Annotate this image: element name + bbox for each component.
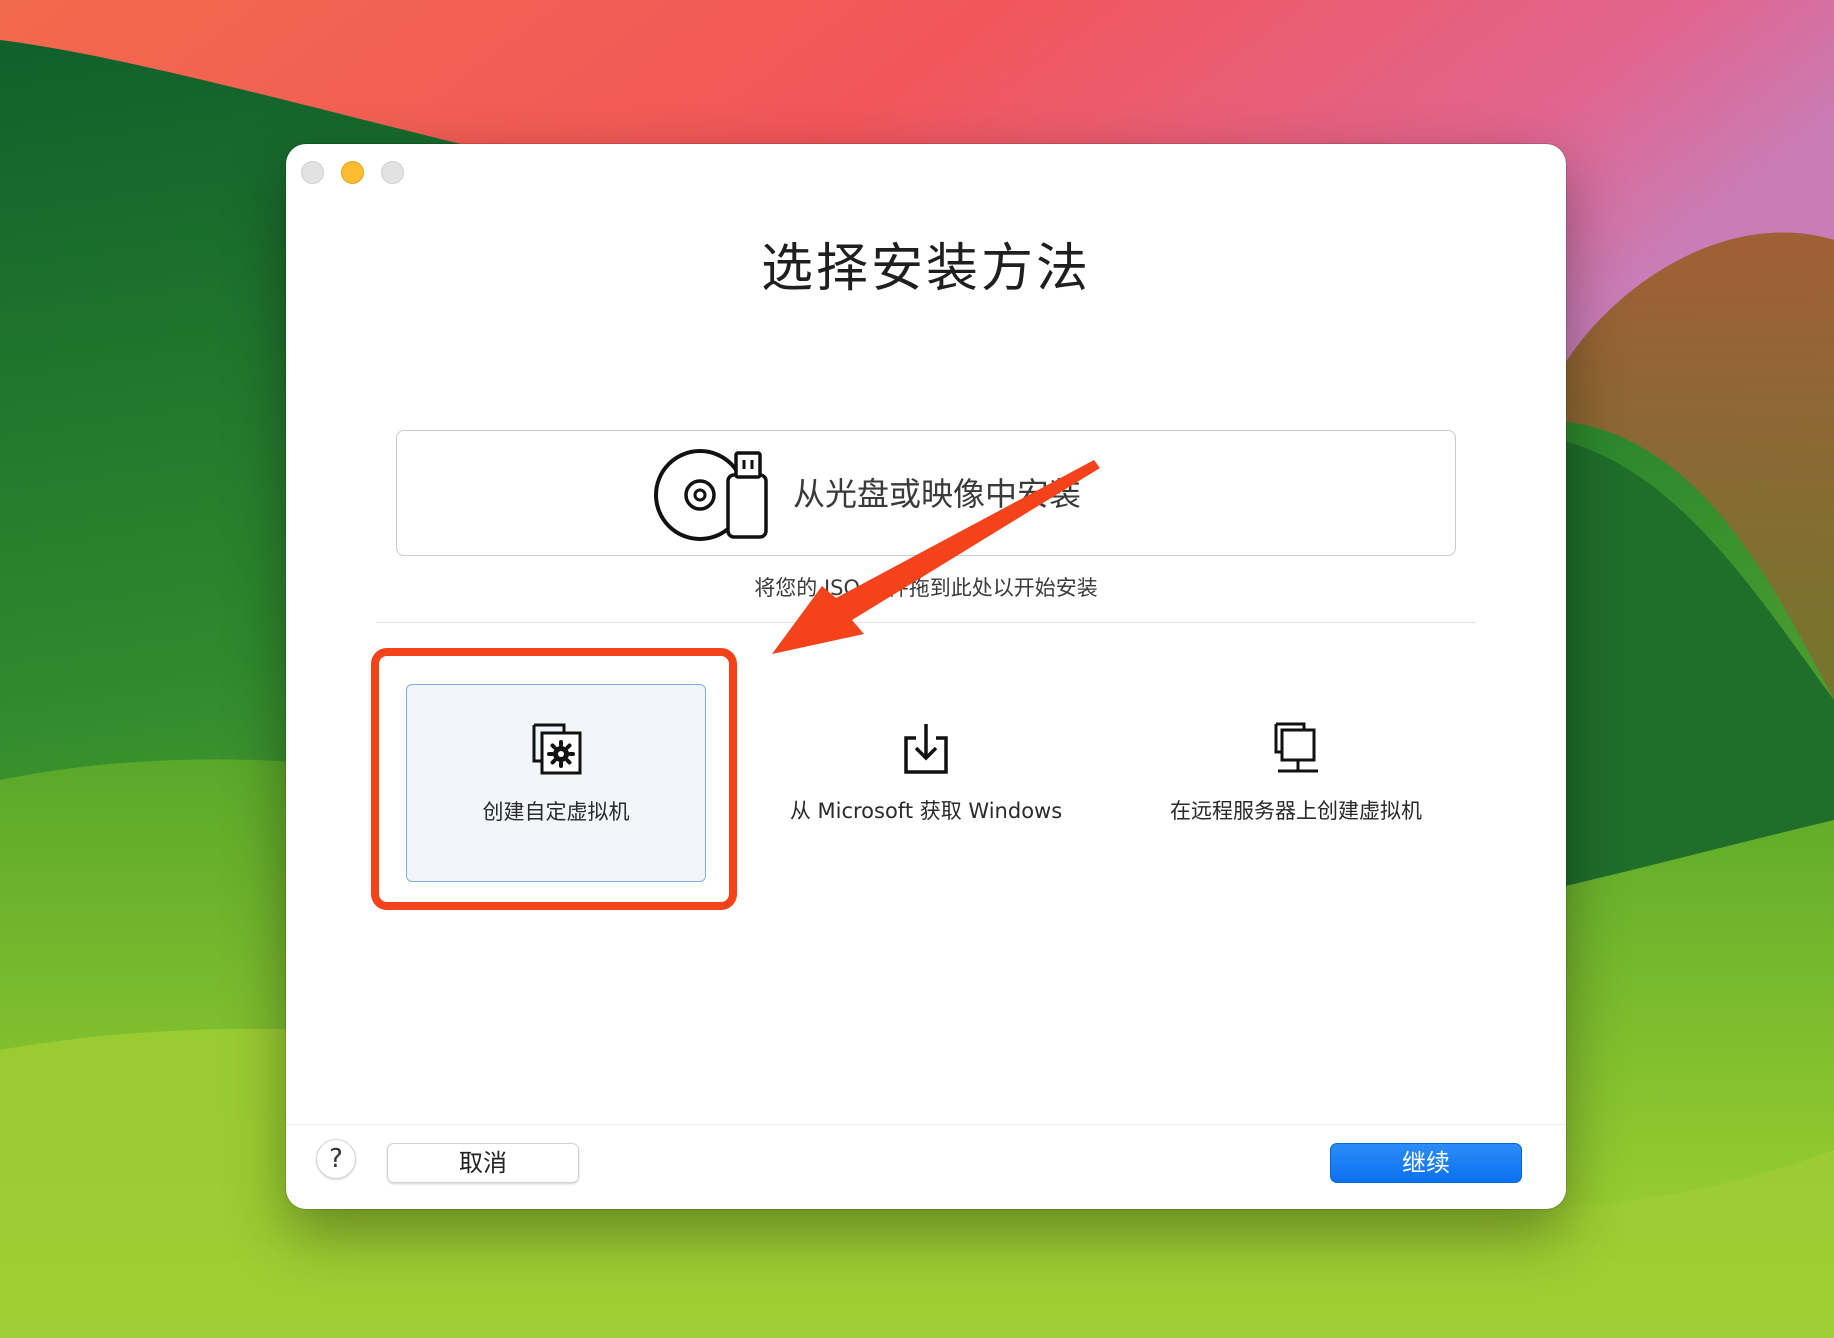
option-create-custom-vm[interactable]: 创建自定虚拟机 bbox=[406, 684, 706, 882]
option-create-vm-on-remote-server[interactable]: 在远程服务器上创建虚拟机 bbox=[1146, 684, 1446, 882]
drop-zone-hint: 将您的 ISO 文件拖到此处以开始安装 bbox=[754, 576, 1098, 600]
disc-usb-icon bbox=[654, 449, 768, 541]
page-title: 选择安装方法 bbox=[760, 239, 1091, 299]
install-from-disc-drop-zone[interactable]: 从光盘或映像中安装 bbox=[396, 430, 1456, 556]
option-get-windows-from-microsoft[interactable]: 从 Microsoft 获取 Windows bbox=[776, 684, 1076, 882]
continue-button[interactable]: 继续 bbox=[1330, 1143, 1522, 1183]
window-minimize-button[interactable] bbox=[341, 161, 364, 184]
help-button[interactable]: ? bbox=[316, 1139, 356, 1179]
drop-zone-label: 从光盘或映像中安装 bbox=[793, 475, 1082, 513]
install-method-window: 选择安装方法 从光盘或映像中安装 将您的 ISO 文件拖到此处以开始安装 创建自… bbox=[286, 144, 1566, 1209]
window-zoom-button[interactable] bbox=[381, 161, 404, 184]
option-label: 从 Microsoft 获取 Windows bbox=[789, 799, 1063, 823]
window-close-button[interactable] bbox=[301, 161, 324, 184]
download-tray-icon bbox=[904, 724, 948, 774]
section-divider bbox=[376, 622, 1476, 623]
option-label: 在远程服务器上创建虚拟机 bbox=[1170, 799, 1422, 823]
custom-vm-gear-icon bbox=[532, 723, 582, 775]
option-label: 创建自定虚拟机 bbox=[482, 800, 630, 824]
remote-server-icon bbox=[1274, 722, 1318, 773]
cancel-button[interactable]: 取消 bbox=[387, 1143, 579, 1183]
footer-divider bbox=[286, 1124, 1566, 1125]
